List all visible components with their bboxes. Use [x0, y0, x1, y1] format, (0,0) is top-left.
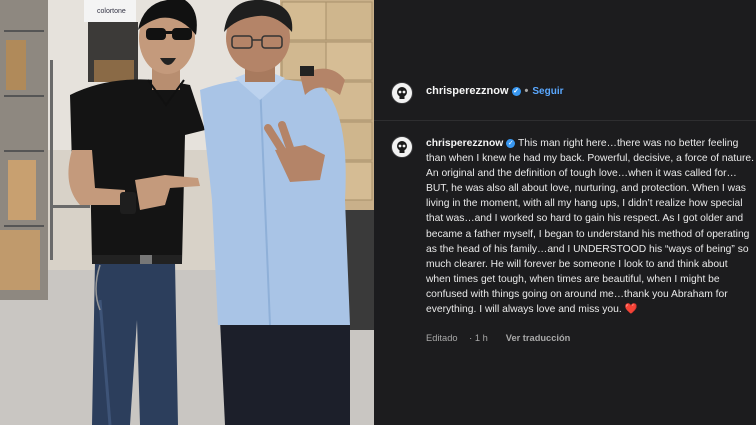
see-translation-link[interactable]: Ver traducción [506, 333, 571, 343]
edited-label: Editado · 1 h [426, 333, 488, 343]
post-photo: colortone [0, 0, 374, 425]
header-user-row: chrisperezznow ✓ • Seguir [426, 85, 564, 97]
skull-emblem-icon[interactable] [391, 136, 413, 158]
caption-username[interactable]: chrisperezznow [426, 138, 503, 149]
separator-dot: • [524, 85, 529, 97]
photo-illustration: colortone [0, 0, 374, 425]
instagram-post-view: colortone chrisperezznow ✓ • Seguir chri… [0, 0, 756, 425]
header-username[interactable]: chrisperezznow [426, 85, 509, 97]
box-brand-text: colortone [97, 8, 126, 15]
skull-emblem-icon[interactable] [391, 82, 413, 104]
post-details-panel: chrisperezznow ✓ • Seguir chrisperezznow ✓ T… [374, 0, 756, 425]
caption-body: This man right here…there was no better … [426, 138, 754, 316]
heart-emoji: ❤️ [624, 304, 638, 316]
verified-badge-icon: ✓ [511, 86, 521, 96]
header-divider [374, 120, 756, 121]
caption-meta: Editado · 1 h Ver traducción [426, 333, 579, 343]
verified-badge-icon: ✓ [506, 138, 516, 148]
caption-text-block: chrisperezznow ✓ This man right here…ther… [426, 136, 754, 317]
post-header: chrisperezznow ✓ • Seguir [374, 74, 756, 110]
follow-button[interactable]: Seguir [532, 86, 563, 97]
